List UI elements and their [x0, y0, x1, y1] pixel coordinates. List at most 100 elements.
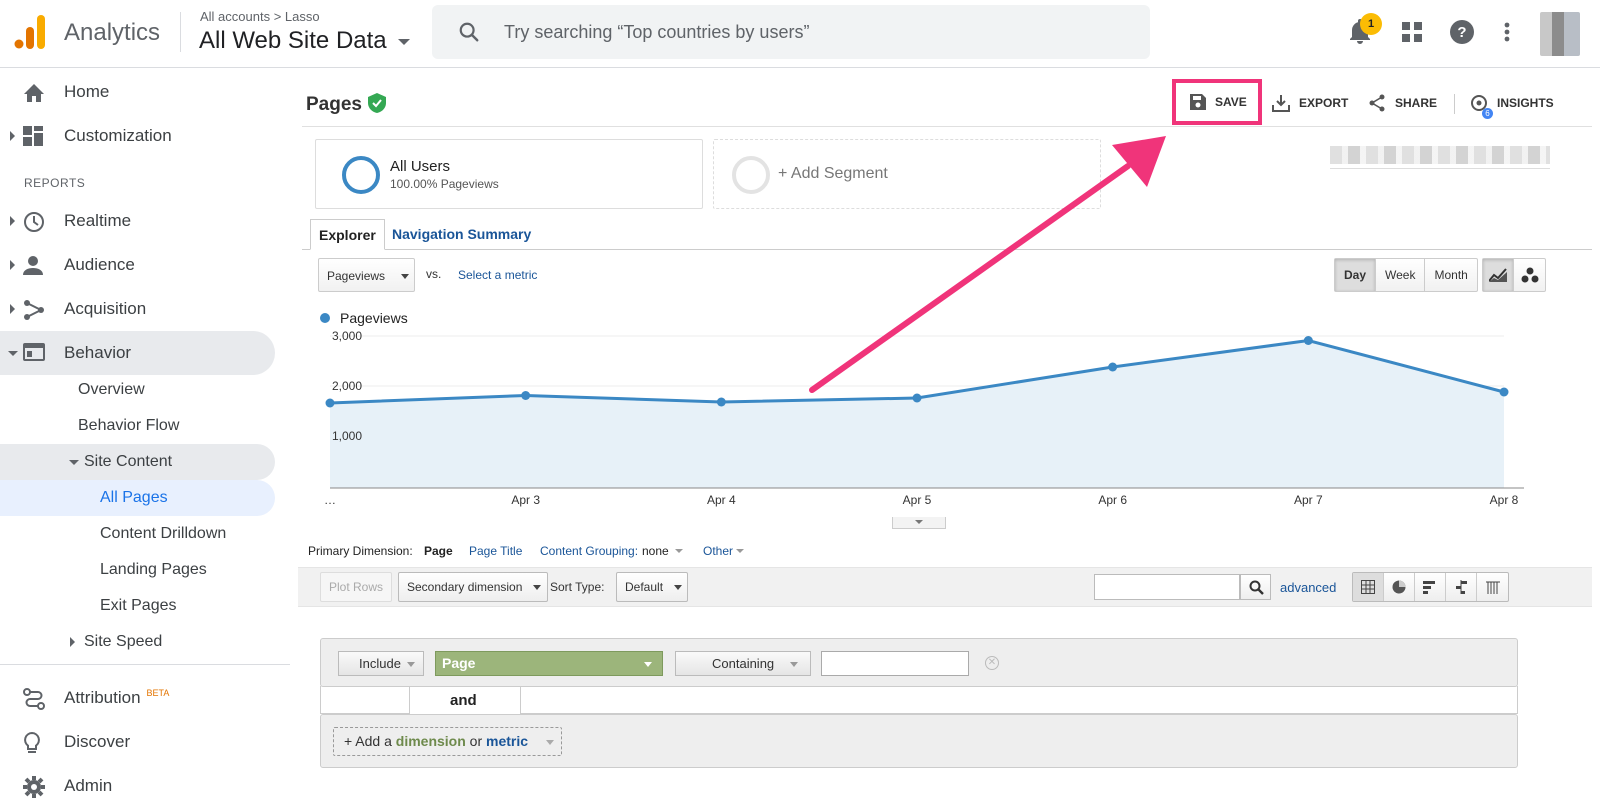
- sidebar-item-site-content[interactable]: Site Content: [0, 444, 275, 480]
- select-metric-link[interactable]: Select a metric: [458, 268, 537, 282]
- tab-explorer[interactable]: Explorer: [310, 219, 385, 250]
- secondary-dimension-dropdown[interactable]: Secondary dimension: [398, 572, 548, 602]
- chevron-down-icon[interactable]: [8, 350, 18, 356]
- sidebar-item-audience[interactable]: Audience: [0, 243, 275, 287]
- chevron-down-icon[interactable]: [675, 549, 683, 553]
- chevron-down-icon: [915, 520, 923, 524]
- y-tick-label: 1,000: [332, 429, 362, 443]
- view-selector[interactable]: All Web Site Data: [199, 27, 387, 55]
- close-icon[interactable]: ✕: [985, 656, 999, 670]
- sidebar-item-realtime[interactable]: Realtime: [0, 199, 275, 243]
- tab-navigation-summary[interactable]: Navigation Summary: [384, 219, 539, 250]
- connector-box: [520, 686, 1518, 714]
- sidebar-item-behavior[interactable]: Behavior: [0, 331, 275, 375]
- help-icon[interactable]: ?: [1450, 20, 1474, 44]
- sidebar-item-all-pages[interactable]: All Pages: [0, 480, 275, 516]
- table-toolbar: Plot Rows Secondary dimension Sort Type:…: [298, 567, 1592, 607]
- chevron-down-icon[interactable]: [736, 549, 744, 553]
- divider: [302, 126, 1592, 127]
- data-point: [1499, 387, 1509, 397]
- dimension-page-title[interactable]: Page Title: [469, 544, 522, 558]
- sidebar-item-discover[interactable]: Discover: [0, 720, 275, 764]
- sidebar-item-behavior-flow[interactable]: Behavior Flow: [78, 408, 179, 444]
- table-search-input[interactable]: [1094, 574, 1240, 600]
- top-app-bar: Analytics All accounts > Lasso All Web S…: [0, 0, 1600, 68]
- metric-dropdown[interactable]: Pageviews: [318, 258, 415, 292]
- export-button[interactable]: EXPORT: [1272, 94, 1348, 112]
- chevron-down-icon: [674, 585, 682, 590]
- avatar[interactable]: [1540, 12, 1580, 56]
- plot-rows-button[interactable]: Plot Rows: [320, 572, 393, 602]
- table-search-button[interactable]: [1240, 574, 1271, 600]
- save-button[interactable]: SAVE: [1190, 94, 1247, 110]
- chevron-down-icon: [407, 662, 415, 667]
- chevron-right-icon[interactable]: [10, 216, 15, 226]
- week-button[interactable]: Week: [1376, 259, 1426, 291]
- search-placeholder[interactable]: Try searching “Top countries by users”: [504, 22, 809, 43]
- divider: [180, 12, 181, 52]
- chevron-right-icon[interactable]: [70, 637, 75, 647]
- pivot-view-button[interactable]: [1477, 573, 1508, 601]
- segment-all-users[interactable]: All Users 100.00% Pageviews: [315, 139, 703, 209]
- search-bar[interactable]: Try searching “Top countries by users”: [432, 5, 1150, 59]
- performance-view-button[interactable]: [1415, 573, 1446, 601]
- series-legend-dot: [320, 313, 330, 323]
- sidebar-item-exit-pages[interactable]: Exit Pages: [100, 588, 176, 624]
- motion-chart-button[interactable]: [1514, 259, 1545, 291]
- chevron-right-icon[interactable]: [10, 131, 15, 141]
- sidebar-item-label: Attribution: [64, 688, 141, 707]
- apps-grid-icon[interactable]: [1402, 22, 1422, 42]
- sidebar-item-landing-pages[interactable]: Landing Pages: [100, 552, 207, 588]
- content-grouping-label[interactable]: Content Grouping:: [540, 544, 638, 558]
- chevron-down-icon[interactable]: [398, 39, 410, 45]
- month-button[interactable]: Month: [1425, 259, 1476, 291]
- sidebar-item-content-drilldown[interactable]: Content Drilldown: [100, 516, 226, 552]
- verified-shield-icon: [368, 93, 386, 113]
- comparison-view-button[interactable]: [1446, 573, 1477, 601]
- sort-type-dropdown[interactable]: Default: [616, 572, 688, 602]
- sidebar-item-site-speed[interactable]: Site Speed: [70, 624, 162, 660]
- chart-type-toggle: [1482, 258, 1546, 292]
- add-metric-link[interactable]: metric: [486, 733, 528, 749]
- sidebar-item-label: Realtime: [64, 211, 132, 230]
- add-dimension-link[interactable]: dimension: [396, 733, 466, 749]
- sidebar-item-admin[interactable]: Admin: [0, 764, 275, 808]
- add-dimension-or-metric-button[interactable]: + Add a dimension or metric: [333, 727, 562, 756]
- date-range-selector[interactable]: [1330, 146, 1550, 164]
- filter-value-input[interactable]: [821, 651, 969, 676]
- sidebar-item-customization[interactable]: Customization: [0, 114, 275, 158]
- sidebar: Home Customization REPORTS Realtime Audi…: [0, 68, 290, 800]
- pie-view-button[interactable]: [1384, 573, 1415, 601]
- dimension-page[interactable]: Page: [424, 544, 453, 558]
- insights-count-badge: 6: [1482, 108, 1493, 119]
- advanced-filter-box: Include Page Containing ✕: [320, 638, 1518, 687]
- include-dropdown[interactable]: Include: [338, 651, 424, 676]
- download-icon: [1272, 95, 1290, 112]
- match-type-dropdown[interactable]: Containing: [675, 651, 811, 676]
- share-button[interactable]: SHARE: [1368, 94, 1437, 112]
- bubble-chart-icon: [1521, 267, 1538, 283]
- table-view-button[interactable]: [1353, 573, 1384, 601]
- content-grouping-value[interactable]: none: [642, 544, 669, 558]
- day-button[interactable]: Day: [1335, 259, 1377, 291]
- home-icon: [24, 84, 44, 102]
- dimension-other[interactable]: Other: [703, 544, 733, 558]
- bar-chart-icon: [1423, 581, 1435, 594]
- chevron-right-icon[interactable]: [10, 260, 15, 270]
- account-breadcrumb[interactable]: All accounts > Lasso: [200, 9, 320, 24]
- more-vert-icon[interactable]: [1504, 22, 1510, 42]
- line-chart-button[interactable]: [1483, 259, 1514, 291]
- sidebar-item-acquisition[interactable]: Acquisition: [0, 287, 275, 331]
- sidebar-item-overview[interactable]: Overview: [78, 372, 145, 408]
- chevron-down-icon[interactable]: [69, 459, 79, 465]
- sidebar-item-attribution[interactable]: Attribution BETA: [0, 676, 275, 720]
- analytics-logo-icon[interactable]: [14, 15, 46, 49]
- filter-dimension-dropdown[interactable]: Page: [435, 651, 663, 676]
- x-tick-label: Apr 8: [1490, 493, 1519, 507]
- sidebar-item-home[interactable]: Home: [0, 70, 275, 114]
- chart-collapse-handle[interactable]: [892, 517, 946, 529]
- add-segment-button[interactable]: + Add Segment: [713, 139, 1101, 209]
- advanced-filter-link[interactable]: advanced: [1280, 580, 1336, 595]
- chevron-right-icon[interactable]: [10, 304, 15, 314]
- sidebar-item-label: Home: [64, 82, 110, 101]
